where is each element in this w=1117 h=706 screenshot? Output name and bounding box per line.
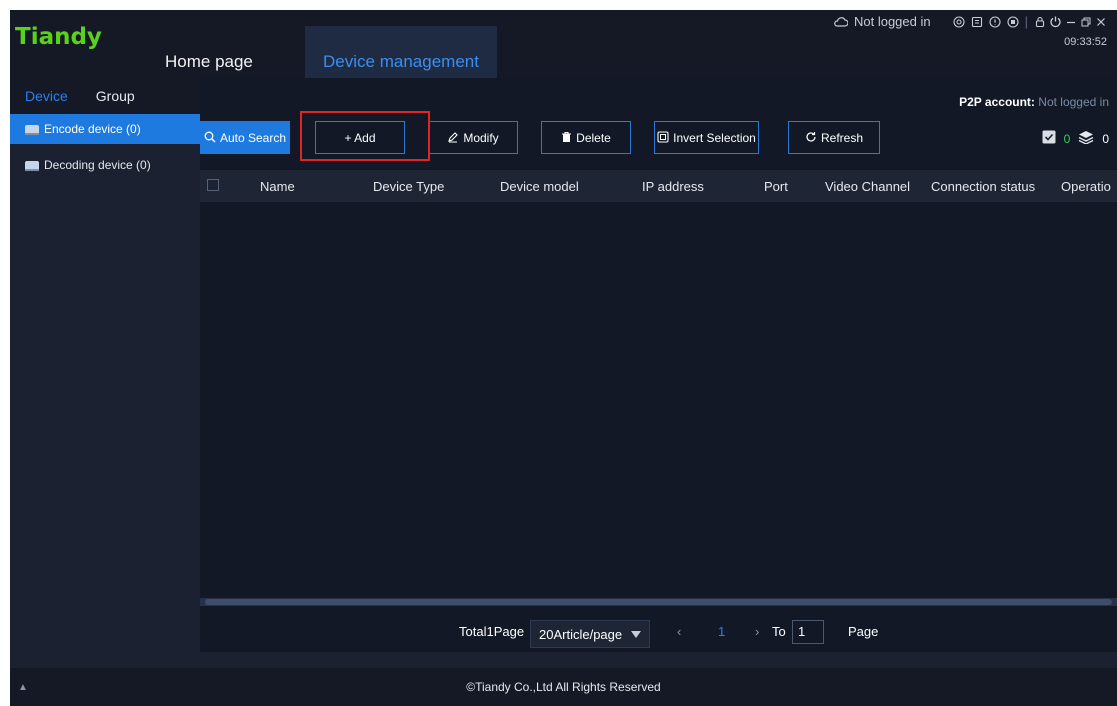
delete-button[interactable]: Delete: [541, 121, 631, 154]
prev-page-icon[interactable]: ‹: [677, 624, 681, 639]
clock: 09:33:52: [1064, 36, 1107, 48]
p2p-account: P2P account: Not logged in: [959, 95, 1109, 109]
horizontal-scrollbar[interactable]: [200, 598, 1117, 606]
log-icon[interactable]: [971, 16, 983, 28]
trash-icon: [561, 131, 572, 145]
scrollbar-thumb[interactable]: [205, 599, 1112, 605]
sidebar-item-label: Encode device (0): [44, 122, 141, 136]
copyright: ©Tiandy Co.,Ltd All Rights Reserved: [466, 680, 661, 694]
device-icon: [25, 161, 39, 171]
modify-label: Modify: [463, 130, 499, 145]
device-icon: [25, 125, 39, 135]
checkbox-icon: [1042, 130, 1056, 147]
page-size-select[interactable]: 20Article/page: [530, 620, 650, 648]
refresh-label: Refresh: [820, 130, 864, 145]
column-header[interactable]: Video Channel: [825, 179, 910, 194]
sidebar-tabs: Device Group: [10, 78, 200, 114]
info-icon[interactable]: [989, 15, 1001, 28]
app-window: Tiandy Home page Device management Not l…: [10, 10, 1117, 706]
separator: |: [1024, 14, 1028, 29]
edit-icon: [447, 131, 459, 145]
auto-search-label: Auto Search: [219, 130, 287, 145]
delete-label: Delete: [576, 130, 611, 145]
tab-device-management[interactable]: Device management: [305, 26, 497, 78]
header: Tiandy Home page Device management Not l…: [10, 10, 1117, 78]
footer: ▲ ©Tiandy Co.,Ltd All Rights Reserved: [10, 668, 1117, 706]
lock-icon[interactable]: [1034, 16, 1046, 28]
auto-search-button[interactable]: Auto Search: [200, 121, 290, 154]
column-header[interactable]: Port: [764, 179, 788, 194]
record-icon[interactable]: [1007, 15, 1019, 28]
layers-icon: [1078, 130, 1094, 147]
total-pages: Total1Page: [459, 624, 525, 639]
tab-home-page[interactable]: Home page: [165, 26, 253, 78]
to-label: To: [772, 624, 786, 639]
modify-button[interactable]: Modify: [428, 121, 518, 154]
column-header[interactable]: Device model: [500, 179, 579, 194]
next-page-icon[interactable]: ›: [755, 624, 759, 639]
checked-count: 0: [1063, 131, 1071, 146]
window-controls: [1034, 15, 1107, 28]
search-icon: [204, 131, 216, 145]
selection-counts: 0 0: [1042, 130, 1109, 147]
select-all-checkbox[interactable]: [207, 179, 219, 191]
pagination: Total1Page 20Article/page ‹ 1 › To 1 Pag…: [200, 620, 1117, 648]
column-header[interactable]: Operatio: [1061, 179, 1111, 194]
sidebar-item-decoding-device[interactable]: Decoding device (0): [10, 150, 200, 180]
invert-selection-button[interactable]: Invert Selection: [654, 121, 759, 154]
page-size-value: 20Article/page: [539, 626, 623, 642]
close-icon[interactable]: [1095, 16, 1107, 28]
p2p-value: Not logged in: [1038, 95, 1109, 109]
refresh-icon: [805, 131, 817, 145]
cloud-icon: [834, 16, 848, 27]
refresh-button[interactable]: Refresh: [788, 121, 880, 154]
column-header[interactable]: Connection status: [931, 179, 1035, 194]
page-label: Page: [848, 624, 879, 639]
column-header[interactable]: IP address: [642, 179, 704, 194]
logo: Tiandy: [15, 24, 102, 50]
add-label: + Add: [344, 130, 376, 145]
layers-count: 0: [1102, 131, 1109, 146]
power-icon[interactable]: [1049, 15, 1062, 28]
column-header[interactable]: Name: [260, 179, 295, 194]
sidebar-item-label: Decoding device (0): [44, 158, 151, 172]
invert-selection-icon: [657, 130, 669, 145]
chevron-down-icon: [631, 631, 641, 638]
minimize-icon[interactable]: [1065, 16, 1077, 28]
restore-icon[interactable]: [1080, 16, 1092, 28]
sidebar: Device Group Encode device (0) Decoding …: [10, 78, 200, 652]
invert-selection-label: Invert Selection: [673, 130, 756, 145]
sidebar-item-encode-device[interactable]: Encode device (0): [10, 114, 200, 144]
login-status: Not logged in: [853, 14, 931, 29]
add-button[interactable]: + Add: [315, 121, 405, 154]
main-panel: P2P account: Not logged in Auto Search +…: [200, 78, 1117, 652]
page-jump-input[interactable]: 1: [792, 620, 824, 644]
p2p-label: P2P account:: [959, 95, 1035, 109]
current-page[interactable]: 1: [718, 624, 725, 639]
at-icon[interactable]: [953, 15, 965, 28]
table-header: Name Device Type Device model IP address…: [200, 170, 1117, 202]
column-header[interactable]: Device Type: [373, 179, 444, 194]
tab-device[interactable]: Device: [25, 88, 68, 104]
header-status-bar: Not logged in |: [834, 14, 1107, 29]
tab-group[interactable]: Group: [96, 88, 135, 104]
